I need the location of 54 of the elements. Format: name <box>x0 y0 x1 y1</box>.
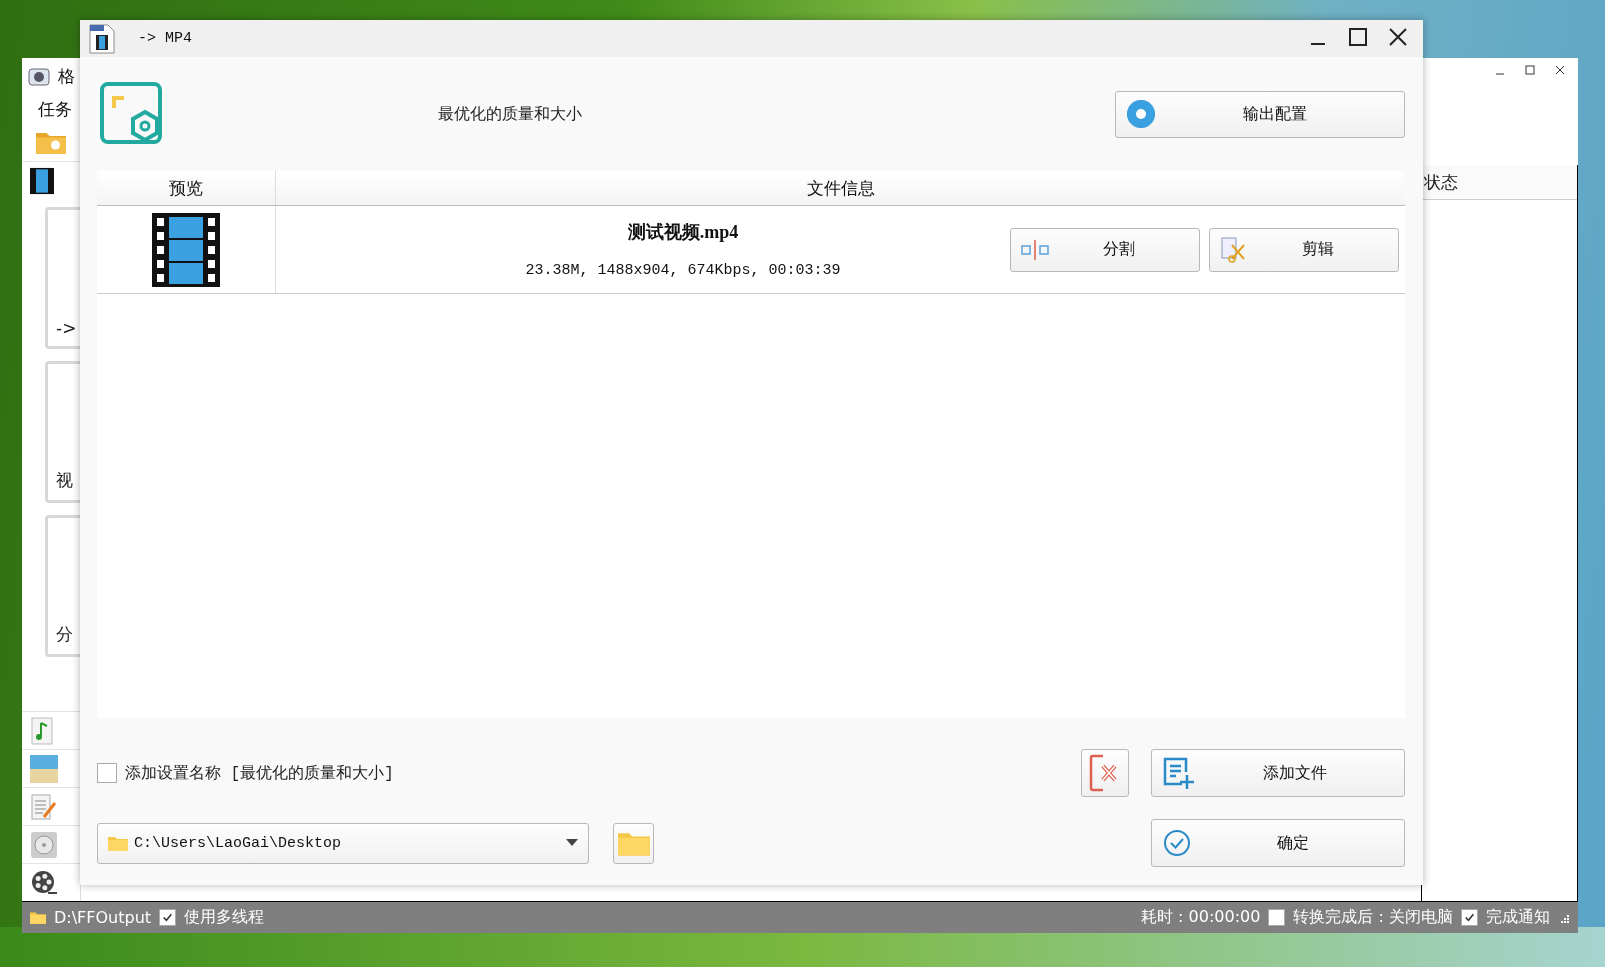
checkbox[interactable] <box>1268 909 1286 926</box>
folder-icon <box>30 911 46 924</box>
card-label: 视 <box>56 469 73 492</box>
checkbox-label: 转换完成后 : 关闭电脑 <box>1293 907 1453 928</box>
add-file-button[interactable]: 添加文件 <box>1151 749 1405 797</box>
column-header: 预览 <box>97 171 276 205</box>
check-mark-icon <box>1464 912 1475 923</box>
output-path-dropdown[interactable]: C:\Users\LaoGai\Desktop <box>97 822 589 864</box>
file-name: 测试视频.mp4 <box>627 221 739 244</box>
ok-button[interactable]: 确定 <box>1151 819 1405 867</box>
video-file-icon <box>86 22 118 55</box>
remove-button[interactable] <box>1081 749 1129 797</box>
checkbox[interactable] <box>97 763 117 783</box>
file-info: 23.38M, 1488x904, 674Kbps, 00:03:39 <box>525 262 841 279</box>
profile-name: 最优化的质量和大小 <box>436 103 583 125</box>
close-icon[interactable] <box>1554 64 1566 76</box>
task-card[interactable]: 分 <box>45 515 80 657</box>
folder-icon[interactable] <box>36 130 66 154</box>
checkbox[interactable] <box>1461 909 1478 926</box>
settings-logo-icon <box>100 82 164 146</box>
card-label: 分 <box>56 623 73 646</box>
elapsed-time: 耗时 : 00:00:00 <box>1141 907 1261 928</box>
document-edit-icon[interactable] <box>30 792 58 821</box>
checkbox-label: 添加设置名称 [最优化的质量和大小] <box>125 763 394 784</box>
check-mark-icon <box>162 912 174 923</box>
split-icon <box>1021 238 1049 261</box>
maximize-icon[interactable] <box>1349 28 1367 46</box>
task-card[interactable]: -> <box>45 207 80 349</box>
checkbox-label: 使用多线程 <box>184 907 265 928</box>
film-reel-icon[interactable] <box>30 868 58 897</box>
dropdown-caret-icon <box>566 839 578 847</box>
output-config-button[interactable]: 输出配置 <box>1115 90 1405 138</box>
card-label: -> <box>56 318 77 338</box>
check-circle-icon <box>1162 828 1192 858</box>
menu-item[interactable]: 任务 <box>38 97 72 121</box>
split-button[interactable]: 分割 <box>1010 227 1200 272</box>
scissors-icon <box>1220 236 1248 263</box>
checkbox[interactable] <box>159 909 177 926</box>
column-header: 状态 <box>1422 165 1577 200</box>
trim-button[interactable]: 剪辑 <box>1209 227 1399 272</box>
add-file-icon <box>1162 756 1196 790</box>
close-icon[interactable] <box>1389 28 1407 46</box>
landscape-icon[interactable] <box>30 754 58 783</box>
window-title: -> MP4 <box>138 30 192 47</box>
checkbox-label: 完成通知 <box>1486 907 1550 928</box>
output-folder: D:\FFOutput <box>54 908 152 927</box>
film-icon <box>152 212 220 287</box>
window-title: 格 <box>58 65 75 88</box>
folder-icon <box>617 830 650 856</box>
film-icon[interactable] <box>30 166 54 195</box>
task-card[interactable]: 视 <box>45 361 80 503</box>
folder-icon <box>108 835 128 851</box>
column-header: 文件信息 <box>805 176 876 200</box>
music-note-icon[interactable] <box>30 716 56 745</box>
